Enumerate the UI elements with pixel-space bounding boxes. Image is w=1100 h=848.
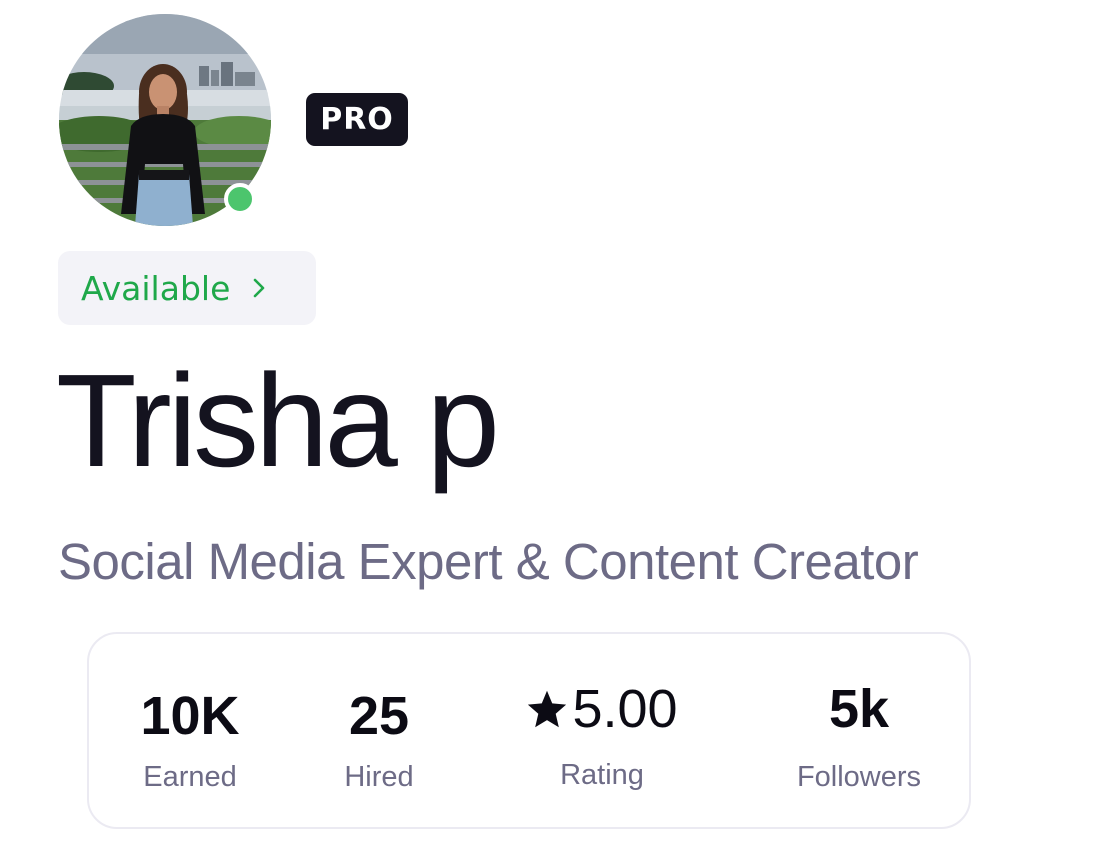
stat-hired: 25 Hired xyxy=(329,689,429,792)
availability-label: Available xyxy=(81,268,231,308)
availability-button[interactable]: Available xyxy=(58,251,316,325)
stat-rating-value: 5.00 xyxy=(572,679,678,739)
stat-earned-label: Earned xyxy=(143,761,237,793)
online-status-dot xyxy=(224,183,256,215)
stat-rating-label: Rating xyxy=(560,759,644,791)
stat-earned: 10K Earned xyxy=(129,689,251,792)
profile-headline: Social Media Expert & Content Creator xyxy=(58,533,919,590)
chevron-right-icon xyxy=(252,277,266,299)
stat-rating-value-row: 5.00 xyxy=(513,682,691,736)
star-icon xyxy=(526,689,568,729)
stat-followers: 5k Followers xyxy=(785,682,933,792)
stats-card: 10K Earned 25 Hired 5.00 Rating 5k Follo… xyxy=(87,632,971,829)
stat-rating: 5.00 Rating xyxy=(513,682,691,790)
stat-followers-label: Followers xyxy=(796,761,922,793)
stat-earned-value: 10K xyxy=(140,686,240,746)
stat-followers-value: 5k xyxy=(828,679,890,739)
profile-name: Trisha p xyxy=(56,347,500,494)
stat-hired-label: Hired xyxy=(344,761,414,793)
pro-badge: PRO xyxy=(306,93,408,146)
stat-hired-value: 25 xyxy=(348,686,410,746)
